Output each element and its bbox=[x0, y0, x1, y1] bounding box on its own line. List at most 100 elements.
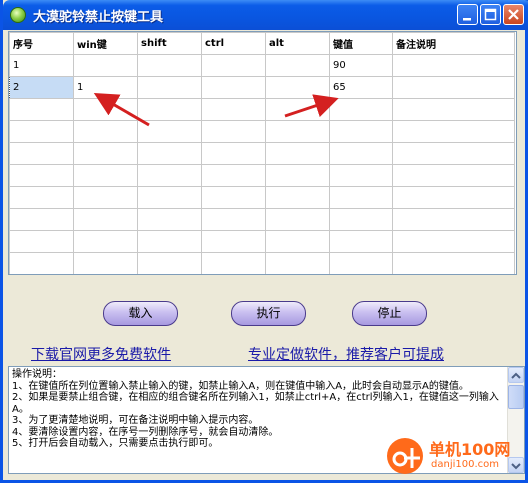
cell-win[interactable] bbox=[73, 54, 138, 77]
load-button[interactable]: 载入 bbox=[103, 301, 178, 326]
grid-cell[interactable] bbox=[392, 142, 515, 165]
cell-note[interactable] bbox=[392, 76, 515, 99]
grid-cell[interactable] bbox=[265, 186, 330, 209]
grid-cell[interactable] bbox=[9, 164, 74, 187]
grid-cell[interactable] bbox=[137, 230, 202, 253]
grid-cell[interactable] bbox=[201, 120, 266, 143]
grid-cell[interactable] bbox=[392, 208, 515, 231]
grid-cell[interactable] bbox=[137, 164, 202, 187]
grid-cell[interactable] bbox=[266, 275, 330, 276]
grid-cell[interactable] bbox=[201, 142, 266, 165]
grid-cell[interactable] bbox=[329, 208, 393, 231]
custom-software-link[interactable]: 专业定做软件，推荐客户可提成 bbox=[248, 344, 444, 364]
grid-cell[interactable] bbox=[265, 98, 330, 121]
grid-cell[interactable] bbox=[137, 120, 202, 143]
close-button[interactable] bbox=[503, 4, 524, 25]
grid-cell[interactable] bbox=[330, 275, 393, 276]
grid-cell[interactable] bbox=[329, 164, 393, 187]
grid-cell[interactable] bbox=[201, 186, 266, 209]
table-row[interactable]: 2 1 65 bbox=[9, 76, 515, 99]
grid-cell[interactable] bbox=[137, 208, 202, 231]
cell-alt[interactable] bbox=[265, 76, 330, 99]
table-row[interactable] bbox=[9, 230, 515, 253]
grid-cell[interactable] bbox=[392, 98, 515, 121]
table-row[interactable] bbox=[9, 252, 515, 274]
grid-cell[interactable] bbox=[9, 208, 74, 231]
table-row[interactable]: 1 90 bbox=[9, 54, 515, 77]
grid-cell[interactable] bbox=[329, 142, 393, 165]
grid-cell[interactable] bbox=[329, 98, 393, 121]
grid-cell[interactable] bbox=[392, 230, 515, 253]
cell-shift[interactable] bbox=[137, 54, 202, 77]
grid-cell[interactable] bbox=[329, 120, 393, 143]
grid-cell[interactable] bbox=[9, 186, 74, 209]
scroll-up-button[interactable] bbox=[508, 367, 524, 383]
grid-cell[interactable] bbox=[9, 98, 74, 121]
grid-cell[interactable] bbox=[137, 142, 202, 165]
grid-cell[interactable] bbox=[9, 120, 74, 143]
grid-cell[interactable] bbox=[138, 275, 202, 276]
cell-note[interactable] bbox=[392, 54, 515, 77]
cell-shift[interactable] bbox=[137, 76, 202, 99]
grid-cell[interactable] bbox=[201, 252, 266, 274]
cell-keycode[interactable]: 90 bbox=[329, 54, 393, 77]
grid-cell[interactable] bbox=[393, 275, 515, 276]
grid-cell[interactable] bbox=[392, 252, 515, 274]
grid-cell[interactable] bbox=[73, 164, 138, 187]
grid-cell[interactable] bbox=[265, 252, 330, 274]
table-row[interactable] bbox=[9, 208, 515, 231]
grid-cell[interactable] bbox=[265, 230, 330, 253]
grid-cell[interactable] bbox=[9, 252, 74, 274]
grid-cell[interactable] bbox=[392, 164, 515, 187]
cell-index[interactable]: 1 bbox=[9, 54, 74, 77]
stop-button[interactable]: 停止 bbox=[352, 301, 427, 326]
cell-alt[interactable] bbox=[265, 54, 330, 77]
grid-cell[interactable] bbox=[329, 230, 393, 253]
title-bar[interactable]: 大漠驼铃禁止按键工具 bbox=[3, 0, 528, 30]
run-button[interactable]: 执行 bbox=[231, 301, 306, 326]
cell-keycode[interactable]: 65 bbox=[329, 76, 393, 99]
grid-cell[interactable] bbox=[265, 120, 330, 143]
cell-index[interactable]: 2 bbox=[9, 76, 74, 99]
grid-cell[interactable] bbox=[73, 252, 138, 274]
table-row[interactable] bbox=[10, 275, 515, 276]
grid-cell[interactable] bbox=[201, 164, 266, 187]
grid-cell[interactable] bbox=[265, 164, 330, 187]
grid-cell[interactable] bbox=[201, 208, 266, 231]
grid-cell[interactable] bbox=[10, 275, 74, 276]
grid-cell[interactable] bbox=[392, 186, 515, 209]
grid-cell[interactable] bbox=[137, 252, 202, 274]
grid-cell[interactable] bbox=[137, 186, 202, 209]
grid-cell[interactable] bbox=[73, 120, 138, 143]
grid-cell[interactable] bbox=[74, 275, 138, 276]
grid-cell[interactable] bbox=[265, 142, 330, 165]
grid-cell[interactable] bbox=[202, 275, 266, 276]
maximize-button[interactable] bbox=[480, 4, 501, 25]
grid-cell[interactable] bbox=[201, 230, 266, 253]
cell-ctrl[interactable] bbox=[201, 76, 266, 99]
grid-cell[interactable] bbox=[392, 120, 515, 143]
grid-cell[interactable] bbox=[201, 98, 266, 121]
grid-cell[interactable] bbox=[9, 142, 74, 165]
cell-win[interactable]: 1 bbox=[73, 76, 138, 99]
grid-cell[interactable] bbox=[329, 252, 393, 274]
table-row[interactable] bbox=[9, 186, 515, 209]
grid-cell[interactable] bbox=[73, 230, 138, 253]
table-row[interactable] bbox=[9, 120, 515, 143]
grid-cell[interactable] bbox=[265, 208, 330, 231]
cell-ctrl[interactable] bbox=[201, 54, 266, 77]
grid-cell[interactable] bbox=[73, 186, 138, 209]
grid-cell[interactable] bbox=[73, 208, 138, 231]
grid-cell[interactable] bbox=[329, 186, 393, 209]
table-row[interactable] bbox=[9, 142, 515, 165]
minimize-button[interactable] bbox=[457, 4, 478, 25]
key-grid[interactable]: 序号 win键 shift ctrl alt 键值 备注说明 1 90 2 1 … bbox=[8, 31, 517, 275]
grid-cell[interactable] bbox=[137, 98, 202, 121]
scroll-thumb[interactable] bbox=[508, 385, 524, 409]
download-more-link[interactable]: 下载官网更多免费软件 bbox=[31, 344, 171, 364]
table-row[interactable] bbox=[9, 164, 515, 187]
grid-cell[interactable] bbox=[73, 98, 138, 121]
table-row[interactable] bbox=[9, 98, 515, 121]
grid-cell[interactable] bbox=[73, 142, 138, 165]
grid-cell[interactable] bbox=[9, 230, 74, 253]
